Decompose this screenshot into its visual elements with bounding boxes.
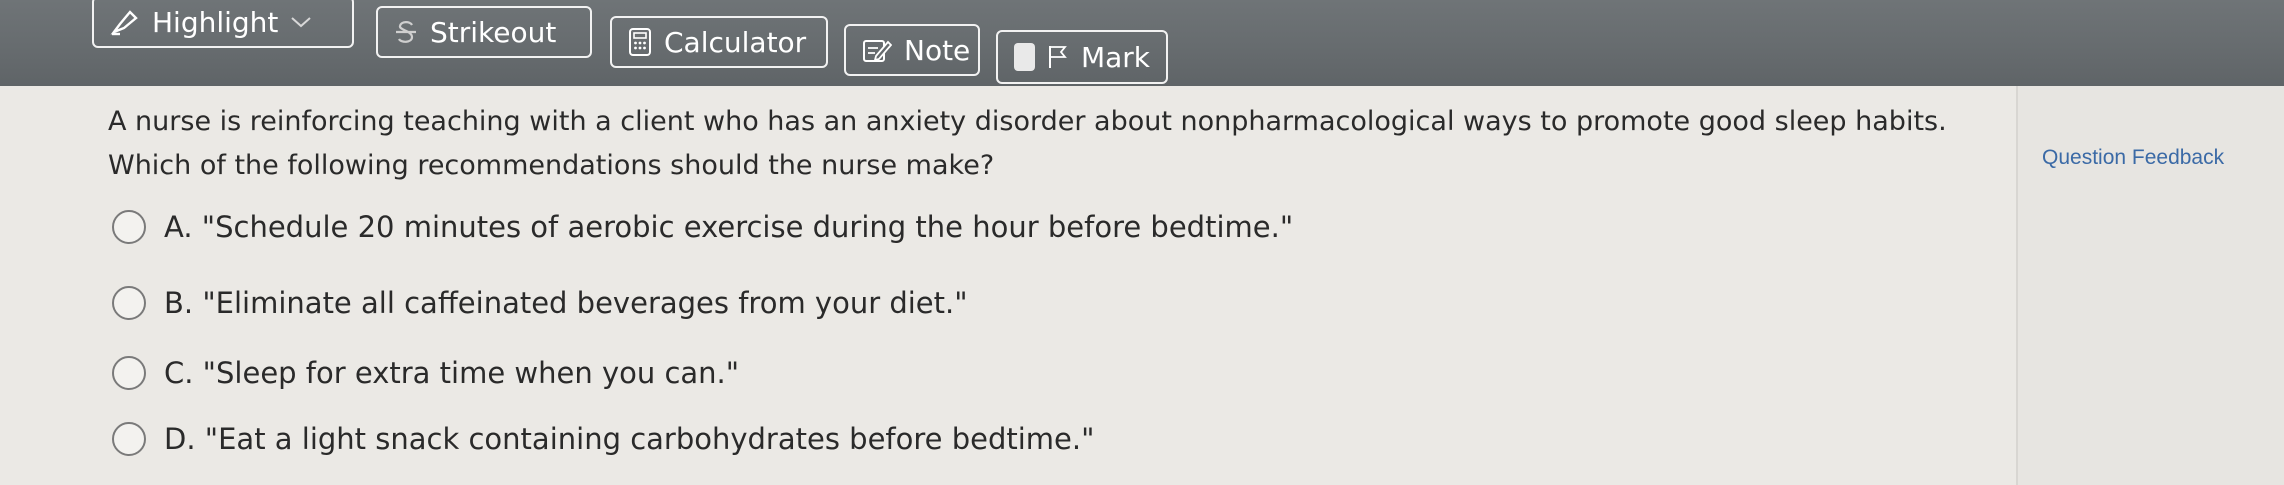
strikeout-label: Strikeout: [430, 15, 557, 49]
chevron-down-icon: [290, 15, 312, 29]
highlight-label: Highlight: [152, 5, 279, 39]
note-label: Note: [904, 33, 971, 67]
option-label: C. "Sleep for extra time when you can.": [164, 356, 740, 390]
toolbar: Highlight Strikeout Calculator Note Mark: [0, 0, 2284, 86]
note-icon: [862, 36, 892, 64]
answer-option-c[interactable]: C. "Sleep for extra time when you can.": [112, 356, 739, 390]
highlighter-icon: [110, 8, 140, 36]
calculator-icon: [628, 27, 652, 57]
radio-button[interactable]: [112, 286, 146, 320]
question-feedback-link[interactable]: Question Feedback: [2042, 146, 2224, 170]
mark-button[interactable]: Mark: [996, 30, 1168, 84]
radio-button[interactable]: [112, 210, 146, 244]
mark-label: Mark: [1080, 40, 1150, 74]
question-stem: A nurse is reinforcing teaching with a c…: [108, 106, 1947, 181]
strikethrough-icon: [394, 18, 418, 46]
flag-icon: [1047, 44, 1069, 70]
answer-option-b[interactable]: B. "Eliminate all caffeinated beverages …: [112, 286, 968, 320]
feedback-panel: Question Feedback: [2016, 86, 2284, 485]
option-label: A. "Schedule 20 minutes of aerobic exerc…: [164, 210, 1294, 244]
option-label: B. "Eliminate all caffeinated beverages …: [164, 286, 968, 320]
calculator-label: Calculator: [664, 25, 807, 59]
answer-option-d[interactable]: D. "Eat a light snack containing carbohy…: [112, 422, 1094, 456]
radio-button[interactable]: [112, 422, 146, 456]
strikeout-button[interactable]: Strikeout: [376, 6, 592, 58]
calculator-button[interactable]: Calculator: [610, 16, 828, 68]
highlight-button[interactable]: Highlight: [92, 0, 354, 48]
radio-button[interactable]: [112, 356, 146, 390]
mark-checkbox[interactable]: [1014, 43, 1035, 71]
answer-option-a[interactable]: A. "Schedule 20 minutes of aerobic exerc…: [112, 210, 1293, 244]
note-button[interactable]: Note: [844, 24, 980, 76]
option-label: D. "Eat a light snack containing carbohy…: [164, 422, 1095, 456]
